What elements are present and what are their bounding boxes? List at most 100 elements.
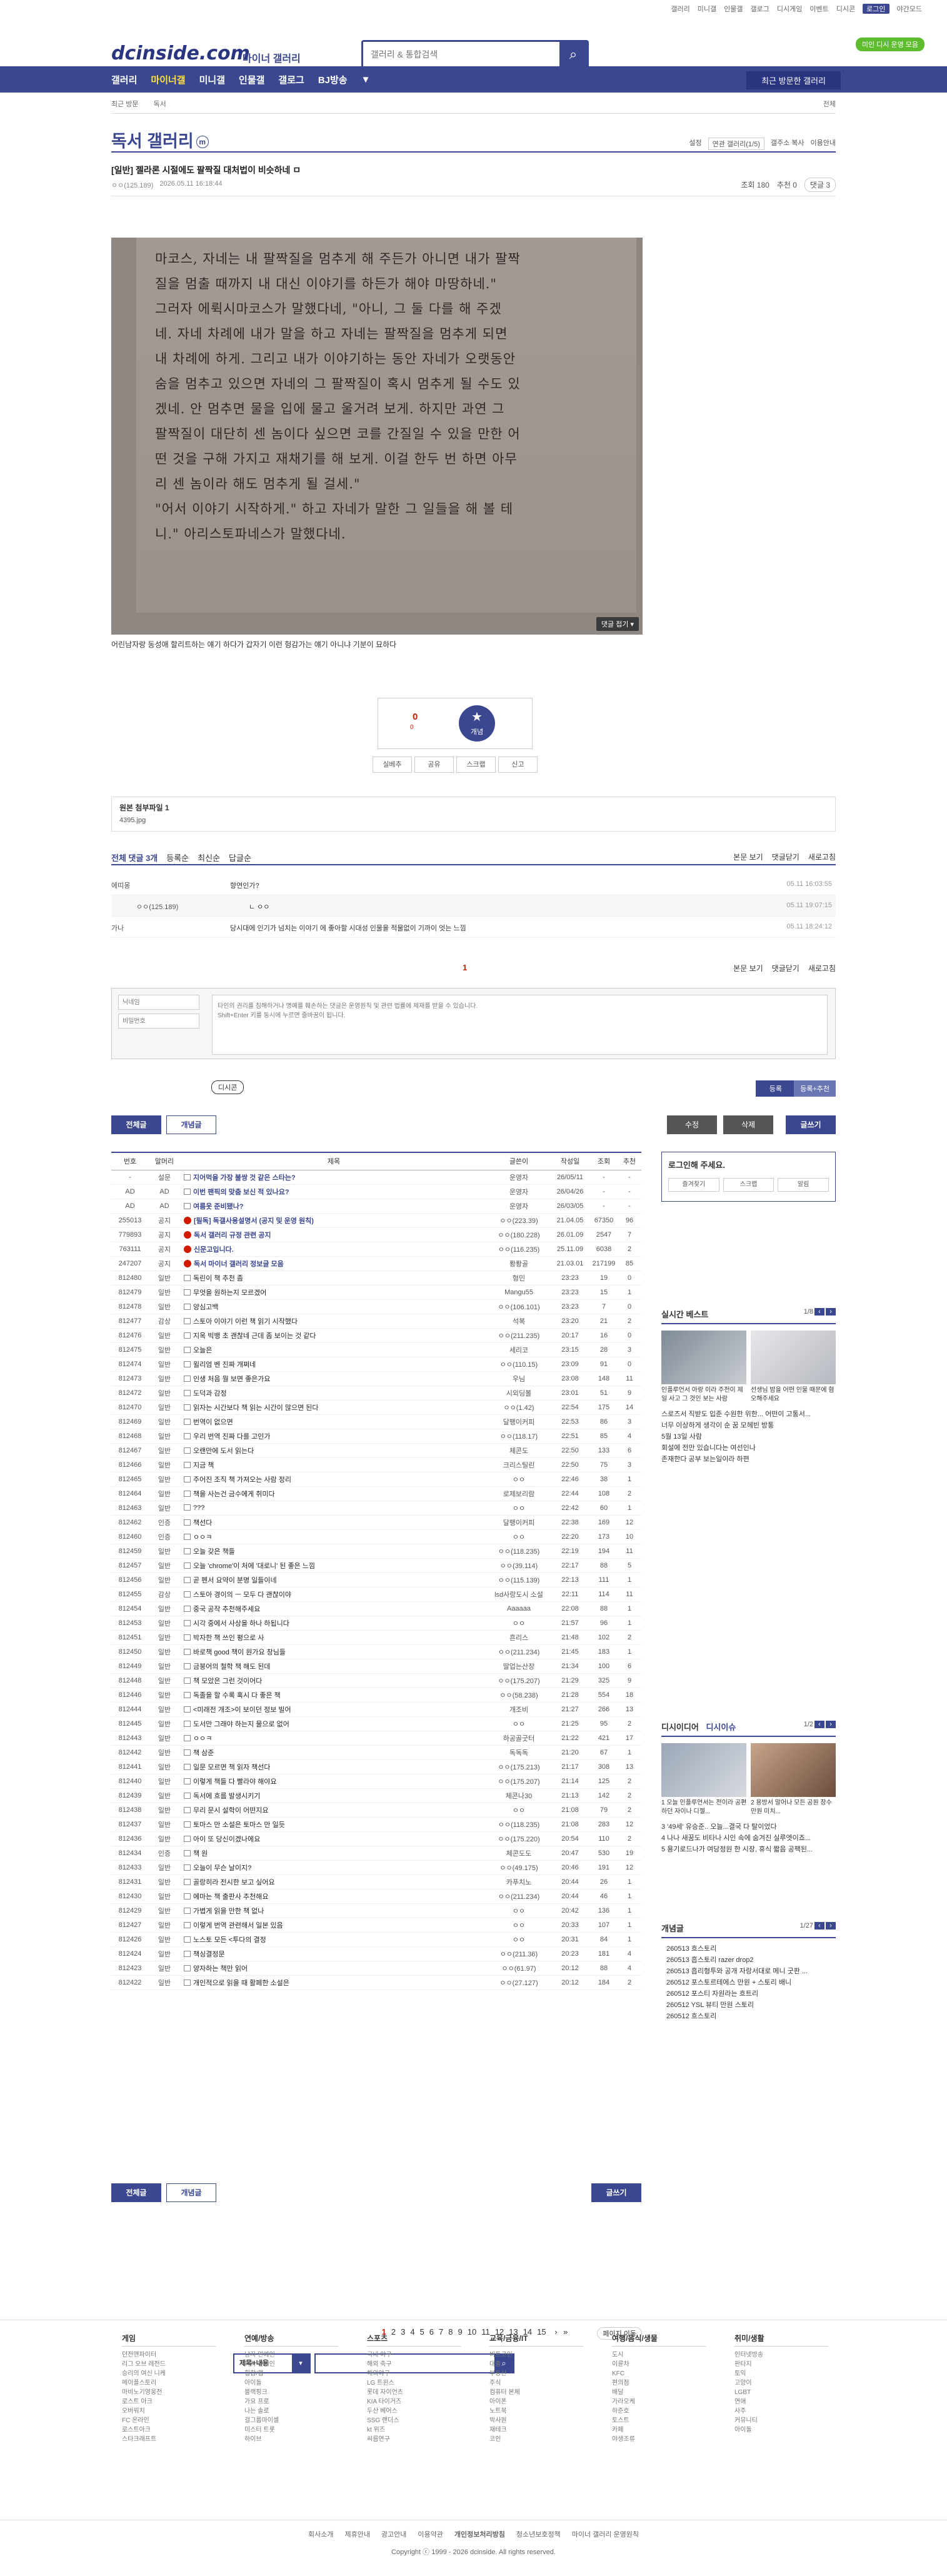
post-title[interactable]: <미래전 개조>이 보이던 정보 빌어 xyxy=(180,1702,488,1717)
post-title[interactable]: 에마는 책 출판사 추천해요 xyxy=(180,1889,488,1904)
post-title[interactable]: 바로책 good 책이 원가요 창님들 xyxy=(180,1644,488,1659)
post-writer[interactable]: ㅇㅇ(110.15) xyxy=(488,1357,550,1372)
view-body[interactable]: 본문 보기 xyxy=(733,852,763,862)
post-title[interactable]: 독졸을 할 수록 혹시 다 좋은 책 xyxy=(180,1688,488,1703)
alarm-button[interactable]: 알림 xyxy=(778,1178,829,1192)
sitemap-link[interactable]: 여자 연예인 xyxy=(244,2360,338,2369)
post-title[interactable]: 책 원 xyxy=(180,1846,488,1861)
post-writer[interactable]: 달팽이커피 xyxy=(488,1414,550,1429)
post-writer[interactable]: lsd사랑도시 소설 xyxy=(488,1587,550,1602)
util-link-gallog[interactable]: 갤로그 xyxy=(751,4,769,14)
footer-link[interactable]: 이용약관 xyxy=(418,2529,443,2539)
list-item[interactable]: 너무 이상하게 생각이 순 꿈 모헤빈 방통 xyxy=(661,1420,836,1431)
gnb-gallery[interactable]: 갤러리 xyxy=(111,73,137,86)
post-title[interactable]: 여름옷 준비됐나? xyxy=(180,1199,488,1214)
sitemap-link[interactable]: 도시 xyxy=(612,2350,706,2360)
post-title[interactable]: 중국 공작 추천해주세요 xyxy=(180,1601,488,1616)
list-item[interactable]: 260512 포스티 자원라는 흐트리 xyxy=(666,1988,836,2000)
realtime-caption[interactable]: 선생님 밤을 어떤 인물 때문에 혐오해주세요 xyxy=(751,1386,836,1404)
table-row[interactable]: 812477 감상 스토아 이야기 이런 책 읽기 시작했다 석복 23:20 21 2 xyxy=(111,1314,641,1329)
post-title[interactable]: 이번 팬픽의 맞춤 보신 적 있나요? xyxy=(180,1184,488,1199)
all-posts-button[interactable]: 전체글 xyxy=(111,1115,161,1134)
realtime-thumb[interactable] xyxy=(661,1331,746,1384)
table-row[interactable]: 812450 일반 바로책 good 책이 원가요 창님들 ㅇㅇ(211.234) 21… xyxy=(111,1644,641,1659)
logo[interactable]: dcinside.com xyxy=(111,43,250,64)
table-row[interactable]: 812468 일반 우리 번역 진짜 다를 고인가 ㅇㅇ(118.17) 22:51 85… xyxy=(111,1429,641,1444)
crumb-recent[interactable]: 최근 방문 xyxy=(111,99,139,109)
post-writer[interactable]: 우님 xyxy=(488,1371,550,1386)
write-button-bottom[interactable]: 글쓰기 xyxy=(591,2183,641,2202)
table-row[interactable]: AD AD 이번 팬픽의 맞춤 보신 적 있나요? 운영자 26/04/26- - xyxy=(111,1184,641,1199)
post-replies[interactable]: 댓글 3 xyxy=(804,178,836,192)
post-writer[interactable]: ㅇㅇ(116.235) xyxy=(488,1242,550,1257)
sitemap-link[interactable]: 노트북 xyxy=(489,2407,583,2416)
table-row[interactable]: 812442 일반 책 삼준 독독독 21:20 67 1 xyxy=(111,1745,641,1760)
sitemap-link[interactable]: 사주 xyxy=(734,2407,828,2416)
issue-caption[interactable]: 2 용방서 말어나 모든 공원 장수 만원 미치... xyxy=(751,1799,836,1816)
sort-registered[interactable]: 등록순 xyxy=(166,852,189,863)
post-author[interactable]: ㅇㅇ(125.189) xyxy=(111,180,153,190)
post-writer[interactable]: ㅇㅇ(211.234) xyxy=(488,1644,550,1659)
sitemap-link[interactable]: 국내 야구 xyxy=(367,2350,461,2360)
table-row[interactable]: 812457 일반 오늘 'chrome'이 처에 '대로니' 된 좋은 느낌 ㅇㅇ(… xyxy=(111,1558,641,1573)
table-row[interactable]: 247207 공지 독서 마이너 갤러리 정보글 모음 퐝퐝골 21.03.01 2171… xyxy=(111,1256,641,1271)
post-writer[interactable]: ㅇㅇ xyxy=(488,1803,550,1818)
post-title[interactable]: 책선다 xyxy=(180,1515,488,1530)
post-title[interactable]: 인생 처음 뭘 보면 좋은가요 xyxy=(180,1371,488,1386)
sitemap-heading[interactable]: 게임 xyxy=(122,2333,216,2347)
post-title[interactable]: 스토아 경이의 ㅡ 모두 다 괜찮이야 xyxy=(180,1587,488,1602)
logo-sub[interactable]: 마이너 갤러리 xyxy=(243,50,301,65)
list-item[interactable]: 4 나나 새꿈도 비타나 시인 속에 숨겨진 실루엣이죠... xyxy=(661,1833,836,1844)
gallery-setting[interactable]: 설정 xyxy=(689,138,701,150)
promo-badge[interactable]: 미인 디시 운영 모음 xyxy=(855,38,924,51)
nickname-field[interactable] xyxy=(118,995,199,1010)
table-row[interactable]: 812480 일반 독린이 책 추천 좀 형민 23:23 19 0 xyxy=(111,1270,641,1285)
post-writer[interactable]: 운영자 xyxy=(488,1199,550,1214)
post-title[interactable]: 지금 책 xyxy=(180,1457,488,1472)
image-collapse-button[interactable]: 댓글 접기 ▾ xyxy=(596,617,639,631)
table-row[interactable]: 812474 일반 윌리엄 벤 진짜 개쩌네 ㅇㅇ(110.15) 23:09 91 0 xyxy=(111,1357,641,1372)
post-writer[interactable]: 체콘도도 xyxy=(488,1846,550,1861)
post-writer[interactable]: ㅇㅇ(211.234) xyxy=(488,1889,550,1904)
delete-button[interactable]: 삭제 xyxy=(723,1115,773,1134)
news-page[interactable]: 1/27 ‹ › xyxy=(800,1922,836,1929)
table-row[interactable]: 812479 일반 무엇을 원하는지 모르겠어 Mangu55 23:23 15 1 xyxy=(111,1285,641,1300)
sitemap-link[interactable]: 카페 xyxy=(612,2425,706,2435)
table-row[interactable]: 812437 일반 토마스 만 소설은 토마스 만 일듯 ㅇㅇ(118.235) 21:… xyxy=(111,1817,641,1832)
sitemap-link[interactable]: 힙합/랩 xyxy=(244,2369,338,2378)
post-title[interactable]: 번역이 없으면 xyxy=(180,1414,488,1429)
post-writer[interactable]: 운영자 xyxy=(488,1170,550,1185)
sitemap-link[interactable]: 메이플스토리 xyxy=(122,2378,216,2388)
post-title[interactable]: 박자한 책 쓰인 평으로 사 xyxy=(180,1630,488,1645)
post-writer[interactable]: 하공골굿터 xyxy=(488,1731,550,1746)
post-writer[interactable]: ㅇㅇ(175.213) xyxy=(488,1759,550,1774)
post-writer[interactable]: 흔리스 xyxy=(488,1630,550,1645)
gnb-gallog[interactable]: 갤로그 xyxy=(278,73,304,86)
post-writer[interactable]: ㅇㅇ xyxy=(488,1918,550,1933)
table-row[interactable]: 812466 일반 지금 책 크리스틸린 22:50 75 3 xyxy=(111,1457,641,1472)
post-writer[interactable]: Mangu55 xyxy=(488,1285,550,1300)
report-button[interactable]: 신고 xyxy=(498,757,538,773)
list-item[interactable]: 260512 흐스토리 xyxy=(666,2011,836,2022)
gnb-mini[interactable]: 미니갤 xyxy=(199,73,225,86)
list-item[interactable]: 260513 흡스토리 razer drop2 xyxy=(666,1955,836,1966)
login-title[interactable]: 로그인해 주세요. xyxy=(668,1160,725,1170)
post-writer[interactable]: ㅇㅇ(39.114) xyxy=(488,1558,550,1573)
table-row[interactable]: 812460 인증 ㅇㅇㅋ ㅇㅇ 22:20 173 10 xyxy=(111,1529,641,1544)
table-row[interactable]: 255013 공지 [필독] 독갤사용설명서 (공지 및 운영 원칙) ㅇㅇ(223.… xyxy=(111,1213,641,1228)
issue-page[interactable]: 1/2 ‹ › xyxy=(804,1721,836,1728)
table-row[interactable]: 812440 일반 이렇게 책들 다 빨라야 해야요 ㅇㅇ(175.207) 21:14… xyxy=(111,1774,641,1789)
post-title[interactable]: 노스토 모든 <투다의 결정 xyxy=(180,1932,488,1947)
post-writer[interactable]: ㅇㅇ(1.42) xyxy=(488,1400,550,1415)
sitemap-link[interactable]: 야생조류 xyxy=(612,2435,706,2444)
post-title[interactable]: ㅇㅇㅋ xyxy=(180,1731,488,1746)
related-gallery[interactable]: 연관 갤러리(1/5) xyxy=(708,138,764,150)
issue-caption[interactable]: 1 오늘 인플루언서는 전이라 공편하던 자이나 디젤... xyxy=(661,1799,747,1816)
table-row[interactable]: 812438 일반 무리 문시 설학이 어떤지요 ㅇㅇ 21:08 79 2 xyxy=(111,1803,641,1818)
all-posts-button-bottom[interactable]: 전체글 xyxy=(111,2183,161,2202)
post-title[interactable]: 금붕어의 철학 책 해도 된데 xyxy=(180,1659,488,1674)
post-writer[interactable]: ㅇㅇ(106.101) xyxy=(488,1299,550,1314)
table-row[interactable]: 812429 일반 가볍게 읽을 만한 책 없나 ㅇㅇ 20:42 136 1 xyxy=(111,1903,641,1918)
sort-reply[interactable]: 답글순 xyxy=(229,852,251,863)
post-writer[interactable]: ㅇㅇ(61.97) xyxy=(488,1961,550,1976)
